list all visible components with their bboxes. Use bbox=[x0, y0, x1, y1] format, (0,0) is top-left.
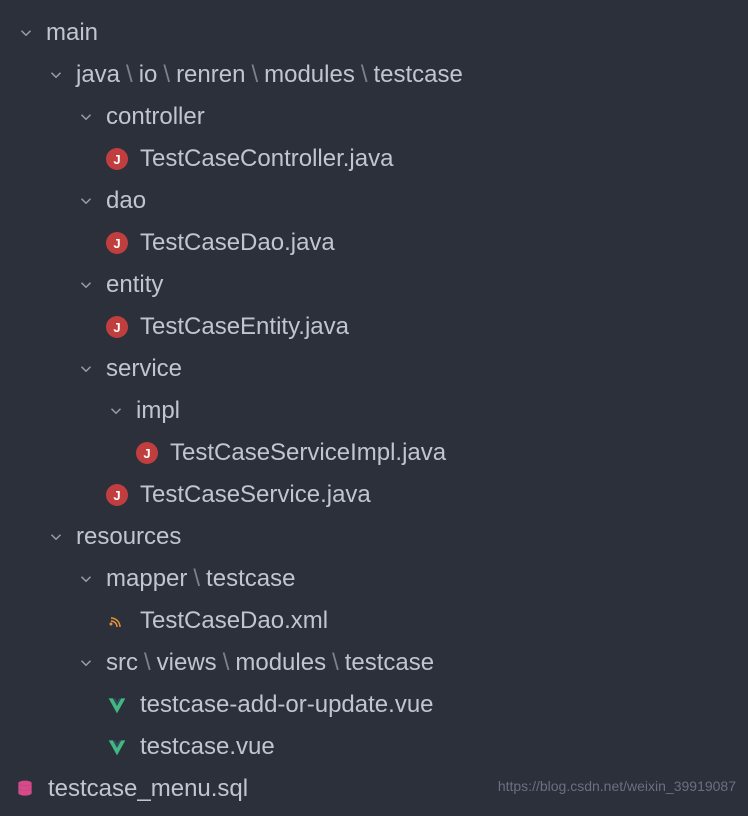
file-label: TestCaseServiceImpl.java bbox=[170, 439, 446, 467]
folder-mapper-path[interactable]: mapper\testcase bbox=[0, 558, 748, 600]
file-testcase-controller[interactable]: J TestCaseController.java bbox=[0, 138, 748, 180]
file-label: TestCaseDao.xml bbox=[140, 607, 328, 635]
file-label: TestCaseController.java bbox=[140, 145, 393, 173]
chevron-down-icon bbox=[14, 21, 38, 45]
folder-java-path[interactable]: java\io\renren\modules\testcase bbox=[0, 54, 748, 96]
folder-label: entity bbox=[106, 271, 163, 299]
folder-controller[interactable]: controller bbox=[0, 96, 748, 138]
folder-label: java\io\renren\modules\testcase bbox=[76, 61, 463, 89]
file-testcase-service-impl[interactable]: J TestCaseServiceImpl.java bbox=[0, 432, 748, 474]
file-testcase-add-or-update-vue[interactable]: testcase-add-or-update.vue bbox=[0, 684, 748, 726]
file-testcase-vue[interactable]: testcase.vue bbox=[0, 726, 748, 768]
folder-label: src\views\modules\testcase bbox=[106, 649, 434, 677]
folder-resources[interactable]: resources bbox=[0, 516, 748, 558]
chevron-down-icon bbox=[74, 273, 98, 297]
file-label: TestCaseEntity.java bbox=[140, 313, 349, 341]
folder-views-path[interactable]: src\views\modules\testcase bbox=[0, 642, 748, 684]
java-icon: J bbox=[106, 148, 128, 170]
folder-dao[interactable]: dao bbox=[0, 180, 748, 222]
folder-label: dao bbox=[106, 187, 146, 215]
folder-label: controller bbox=[106, 103, 205, 131]
file-testcase-entity[interactable]: J TestCaseEntity.java bbox=[0, 306, 748, 348]
chevron-down-icon bbox=[74, 105, 98, 129]
file-label: testcase-add-or-update.vue bbox=[140, 691, 434, 719]
java-icon: J bbox=[106, 232, 128, 254]
file-testcase-dao[interactable]: J TestCaseDao.java bbox=[0, 222, 748, 264]
folder-main[interactable]: main bbox=[0, 12, 748, 54]
folder-label: impl bbox=[136, 397, 180, 425]
chevron-down-icon bbox=[74, 567, 98, 591]
file-testcase-dao-xml[interactable]: TestCaseDao.xml bbox=[0, 600, 748, 642]
folder-label: service bbox=[106, 355, 182, 383]
chevron-down-icon bbox=[44, 63, 68, 87]
chevron-down-icon bbox=[74, 357, 98, 381]
file-label: TestCaseService.java bbox=[140, 481, 371, 509]
watermark: https://blog.csdn.net/weixin_39919087 bbox=[498, 778, 736, 794]
chevron-down-icon bbox=[44, 525, 68, 549]
java-icon: J bbox=[106, 484, 128, 506]
file-label: TestCaseDao.java bbox=[140, 229, 335, 257]
chevron-down-icon bbox=[74, 651, 98, 675]
file-label: testcase_menu.sql bbox=[48, 775, 248, 803]
file-testcase-service[interactable]: J TestCaseService.java bbox=[0, 474, 748, 516]
folder-label: resources bbox=[76, 523, 181, 551]
xml-icon bbox=[106, 610, 128, 632]
file-label: testcase.vue bbox=[140, 733, 275, 761]
chevron-down-icon bbox=[104, 399, 128, 423]
folder-label: main bbox=[46, 19, 98, 47]
folder-service[interactable]: service bbox=[0, 348, 748, 390]
folder-impl[interactable]: impl bbox=[0, 390, 748, 432]
folder-label: mapper\testcase bbox=[106, 565, 295, 593]
java-icon: J bbox=[136, 442, 158, 464]
java-icon: J bbox=[106, 316, 128, 338]
vue-icon bbox=[106, 694, 128, 716]
chevron-down-icon bbox=[74, 189, 98, 213]
folder-entity[interactable]: entity bbox=[0, 264, 748, 306]
vue-icon bbox=[106, 736, 128, 758]
sql-icon bbox=[14, 778, 36, 800]
